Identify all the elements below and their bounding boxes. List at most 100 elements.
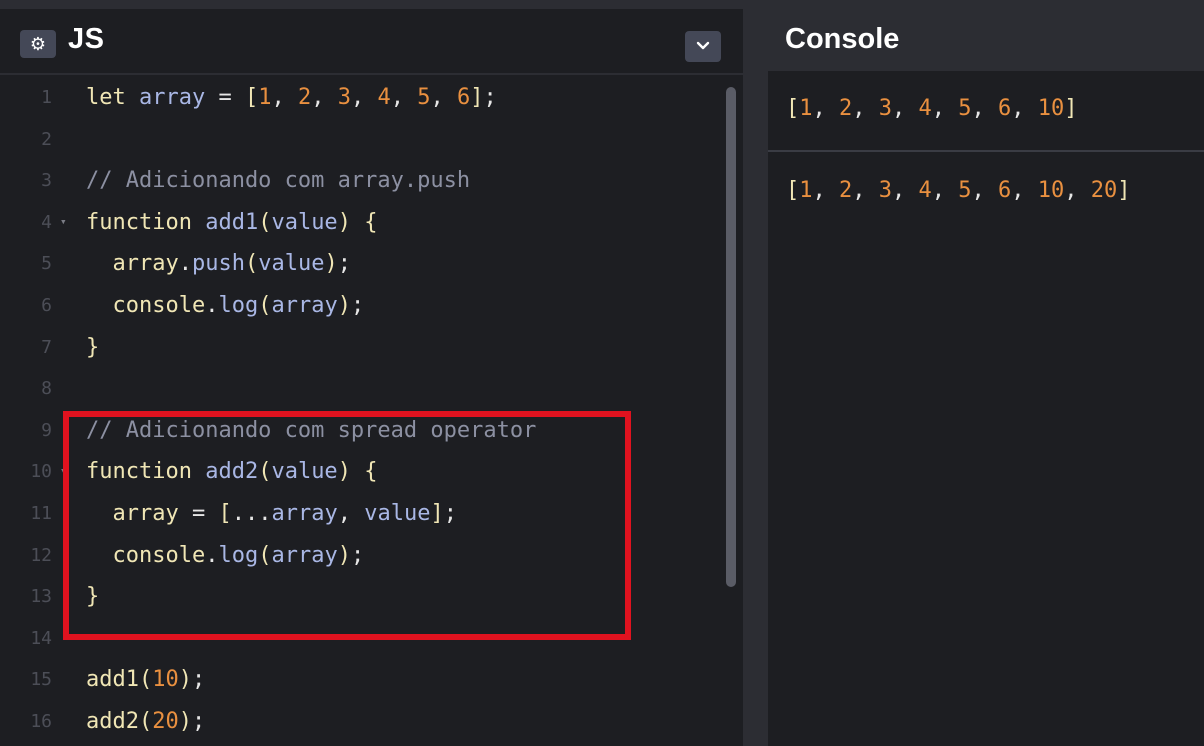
code-text: // Adicionando com array.push bbox=[86, 160, 470, 202]
console-separator bbox=[768, 150, 1204, 152]
code-token: ] bbox=[470, 85, 484, 110]
line-number: 16 bbox=[30, 711, 52, 732]
code-token: 2 bbox=[297, 85, 312, 110]
code-text: // Adicionando com spread operator bbox=[86, 410, 536, 452]
gear-icon[interactable]: ⚙ bbox=[20, 30, 56, 58]
console-token: [ bbox=[786, 96, 800, 121]
code-token: log bbox=[218, 293, 259, 318]
console-log-text: [1, 2, 3, 4, 5, 6, 10, 20] bbox=[786, 171, 1131, 211]
js-editor-title: JS bbox=[68, 23, 105, 55]
code-line[interactable]: 8 bbox=[0, 368, 720, 410]
console-token: 6 bbox=[998, 96, 1012, 121]
code-line[interactable]: 7} bbox=[0, 327, 720, 369]
code-token: 10 bbox=[152, 667, 179, 693]
code-line[interactable]: 11 array = [...array, value]; bbox=[0, 493, 720, 535]
code-token: [ bbox=[244, 85, 259, 110]
code-token: add2 bbox=[86, 709, 139, 734]
fold-arrow-icon[interactable]: ▾ bbox=[60, 450, 67, 492]
editor-scrollbar[interactable] bbox=[726, 87, 736, 587]
code-token: ) bbox=[337, 293, 351, 318]
code-token: ( bbox=[258, 459, 272, 485]
code-token: ( bbox=[258, 209, 272, 235]
code-token: { bbox=[364, 459, 378, 485]
code-token: ) bbox=[178, 709, 192, 734]
code-token: log bbox=[218, 542, 259, 568]
code-token: value bbox=[258, 251, 325, 277]
code-text: function add2(value) { bbox=[86, 451, 377, 493]
code-token: [ bbox=[218, 501, 232, 526]
console-token: 10 bbox=[1037, 178, 1065, 203]
code-token: ; bbox=[483, 85, 497, 110]
pane-resize-handle[interactable] bbox=[743, 9, 768, 746]
code-text: console.log(array); bbox=[86, 535, 365, 577]
code-token: array bbox=[112, 251, 179, 277]
code-token: 5 bbox=[417, 85, 431, 110]
console-token: 5 bbox=[958, 96, 972, 121]
console-token: , bbox=[971, 96, 998, 121]
code-line[interactable]: 14 bbox=[0, 618, 720, 660]
js-editor-header: ⚙ JS bbox=[0, 9, 743, 75]
code-token: console bbox=[112, 293, 206, 318]
code-line[interactable]: 1 let array = [1, 2, 3, 4, 5, 6]; bbox=[0, 77, 720, 119]
fold-arrow-icon[interactable]: ▾ bbox=[60, 201, 67, 243]
code-token: = bbox=[178, 501, 219, 526]
code-line[interactable]: 2 bbox=[0, 119, 720, 161]
line-number: 13 bbox=[30, 586, 52, 608]
code-line[interactable]: 3 // Adicionando com array.push bbox=[0, 160, 720, 202]
line-number: 1 bbox=[41, 87, 52, 108]
code-line[interactable]: 15 add1(10); bbox=[0, 659, 720, 701]
console-token: 10 bbox=[1037, 96, 1065, 121]
code-token: = bbox=[205, 85, 245, 110]
console-token: 20 bbox=[1090, 178, 1118, 203]
code-token: value bbox=[271, 459, 338, 485]
console-token: 5 bbox=[958, 178, 972, 203]
code-token: ( bbox=[138, 709, 153, 734]
code-line[interactable]: 9 // Adicionando com spread operator bbox=[0, 410, 720, 452]
code-token: ) bbox=[178, 667, 192, 693]
code-token: ] bbox=[430, 501, 444, 526]
code-line[interactable]: 6 console.log(array); bbox=[0, 285, 720, 327]
code-token: value bbox=[364, 501, 431, 526]
code-token: array bbox=[138, 85, 206, 110]
console-header: Console bbox=[768, 9, 1204, 71]
console-token: 2 bbox=[839, 178, 853, 203]
code-token: , bbox=[430, 85, 457, 110]
code-token: ; bbox=[191, 709, 206, 734]
code-text: function add1(value) { bbox=[86, 202, 377, 244]
console-token: [ bbox=[786, 178, 800, 203]
console-pane: Console [1, 2, 3, 4, 5, 6, 10] [1, 2, 3, … bbox=[768, 9, 1204, 746]
code-line[interactable]: 12 console.log(array); bbox=[0, 535, 720, 577]
code-line[interactable]: 4 ▾ function add1(value) { bbox=[0, 202, 720, 244]
code-line[interactable]: 10 ▾ function add2(value) { bbox=[0, 451, 720, 493]
code-token: , bbox=[271, 85, 298, 110]
code-token: ; bbox=[191, 667, 206, 693]
console-token: , bbox=[1011, 96, 1038, 121]
code-line[interactable]: 16 add2(20); bbox=[0, 701, 720, 743]
console-token: , bbox=[892, 178, 919, 203]
console-token: 3 bbox=[878, 178, 892, 203]
console-token: , bbox=[852, 178, 879, 203]
code-token: ; bbox=[350, 542, 365, 568]
line-number: 14 bbox=[30, 627, 52, 649]
code-token: array bbox=[112, 501, 179, 526]
line-number: 3 bbox=[41, 170, 52, 192]
line-number: 11 bbox=[30, 503, 52, 524]
code-token: // Adicionando com array.push bbox=[86, 168, 471, 194]
code-token: ; bbox=[350, 293, 365, 318]
console-token: 3 bbox=[878, 96, 892, 121]
line-number: 9 bbox=[41, 419, 52, 441]
code-token: 20 bbox=[152, 709, 179, 734]
console-title: Console bbox=[785, 23, 900, 55]
code-token: console bbox=[112, 542, 206, 568]
code-text: add1(10); bbox=[86, 659, 205, 701]
console-token: 4 bbox=[918, 178, 932, 203]
code-line[interactable]: 5 array.push(value); bbox=[0, 243, 720, 285]
code-token: array bbox=[271, 501, 338, 526]
chevron-down-icon[interactable] bbox=[685, 31, 721, 62]
code-line[interactable]: 13} bbox=[0, 576, 720, 618]
code-editor[interactable]: 1 let array = [1, 2, 3, 4, 5, 6]; 2 3 // Adi… bbox=[0, 76, 743, 746]
code-token: function bbox=[86, 209, 206, 235]
